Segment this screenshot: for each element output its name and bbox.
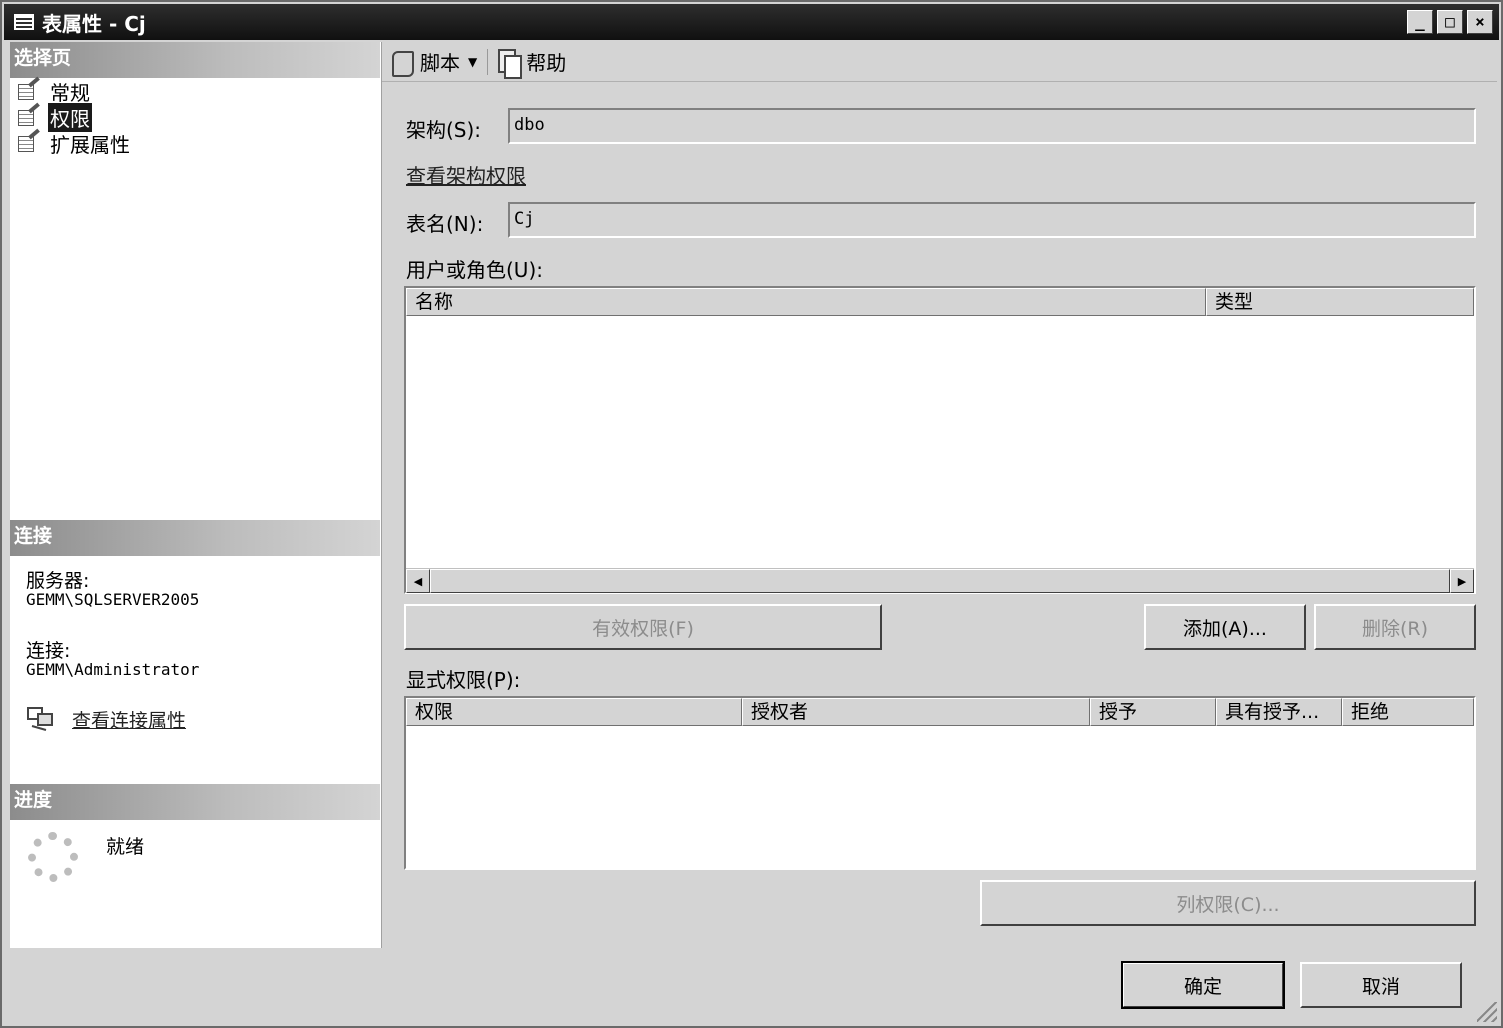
page-item-permissions[interactable]: 权限 (16, 101, 93, 133)
view-schema-permissions-link[interactable]: 查看架构权限 (406, 160, 526, 189)
column-header-grantor[interactable]: 授权者 (742, 698, 1090, 726)
right-pane: 脚本 ▼ 帮助 架构(S): dbo 查看架构权限 表名(N): Cj 用户或角… (382, 42, 1497, 948)
column-header-permission[interactable]: 权限 (406, 698, 742, 726)
connection-value: GEMM\Administrator (26, 660, 200, 679)
column-header-with-grant[interactable]: 具有授予... (1216, 698, 1342, 726)
scroll-left-icon[interactable]: ◀ (406, 569, 430, 593)
horizontal-scrollbar[interactable]: ◀ ▶ (406, 568, 1474, 593)
column-header-name[interactable]: 名称 (406, 288, 1206, 316)
table-name-label: 表名(N): (406, 212, 484, 236)
schema-field[interactable]: dbo (508, 108, 1476, 144)
maximize-button[interactable]: □ (1437, 10, 1463, 34)
page-properties-icon (16, 128, 42, 154)
scroll-right-icon[interactable]: ▶ (1450, 569, 1474, 593)
column-header-deny[interactable]: 拒绝 (1342, 698, 1474, 726)
help-button[interactable]: 帮助 (496, 47, 567, 79)
users-grid-header: 名称 类型 (406, 288, 1474, 316)
explicit-permissions-grid[interactable]: 权限 授权者 授予 具有授予... 拒绝 (404, 696, 1476, 870)
progress-header: 进度 (10, 784, 380, 820)
toolbar-separator (487, 48, 489, 75)
connection-properties-icon (27, 707, 53, 731)
cancel-button[interactable]: 取消 (1300, 962, 1462, 1008)
permissions-grid-header: 权限 授权者 授予 具有授予... 拒绝 (406, 698, 1474, 726)
close-button[interactable]: × (1467, 10, 1493, 34)
page-item-label: 常规 (50, 80, 90, 105)
page-properties-icon (16, 102, 42, 128)
script-button[interactable]: 脚本 ▼ (390, 47, 477, 77)
users-roles-grid[interactable]: 名称 类型 ◀ ▶ (404, 286, 1476, 594)
chevron-down-icon[interactable]: ▼ (468, 55, 477, 69)
minimize-button[interactable]: _ (1407, 10, 1433, 34)
view-connection-properties-link[interactable]: 查看连接属性 (72, 706, 186, 733)
connection-label: 连接: (26, 640, 71, 662)
column-header-grant[interactable]: 授予 (1090, 698, 1216, 726)
column-header-type[interactable]: 类型 (1206, 288, 1474, 316)
resize-grip-icon[interactable] (1477, 1002, 1497, 1022)
title-bar[interactable]: 表属性 - Cj _ □ × (4, 4, 1499, 40)
page-item-label: 权限 (47, 101, 93, 133)
progress-status: 就绪 (106, 836, 145, 858)
window-title: 表属性 - Cj (42, 11, 146, 36)
select-page-header: 选择页 (10, 42, 380, 78)
table-icon (14, 14, 34, 30)
connection-header: 连接 (10, 520, 380, 556)
window-controls: _ □ × (1407, 10, 1493, 34)
add-button[interactable]: 添加(A)... (1144, 604, 1306, 650)
script-label: 脚本 (420, 51, 460, 75)
ok-button[interactable]: 确定 (1121, 961, 1285, 1009)
help-label: 帮助 (526, 51, 567, 75)
table-properties-window: 表属性 - Cj _ □ × 选择页 常规 权限 扩展属性 连接 服务器: GE… (0, 0, 1503, 1028)
effective-permissions-button[interactable]: 有效权限(F) (404, 604, 882, 650)
users-roles-label: 用户或角色(U): (406, 258, 543, 282)
scroll-thumb[interactable] (430, 569, 1450, 593)
explicit-permissions-label: 显式权限(P): (406, 668, 521, 692)
help-icon (496, 48, 523, 79)
table-name-field[interactable]: Cj (508, 202, 1476, 238)
script-icon (390, 49, 414, 77)
toolbar: 脚本 ▼ 帮助 (382, 42, 1497, 82)
page-item-general[interactable]: 常规 (16, 76, 92, 105)
server-value: GEMM\SQLSERVER2005 (26, 590, 200, 609)
page-properties-icon (16, 76, 42, 102)
page-item-label: 扩展属性 (50, 132, 130, 157)
remove-button[interactable]: 删除(R) (1314, 604, 1476, 650)
progress-spinner-icon (28, 832, 78, 882)
server-label: 服务器: (26, 570, 90, 592)
page-item-extended-properties[interactable]: 扩展属性 (16, 128, 132, 157)
schema-label: 架构(S): (406, 118, 482, 142)
left-pane: 选择页 常规 权限 扩展属性 连接 服务器: GEMM\SQLSERVER200… (10, 42, 382, 948)
column-permissions-button[interactable]: 列权限(C)... (980, 880, 1476, 926)
